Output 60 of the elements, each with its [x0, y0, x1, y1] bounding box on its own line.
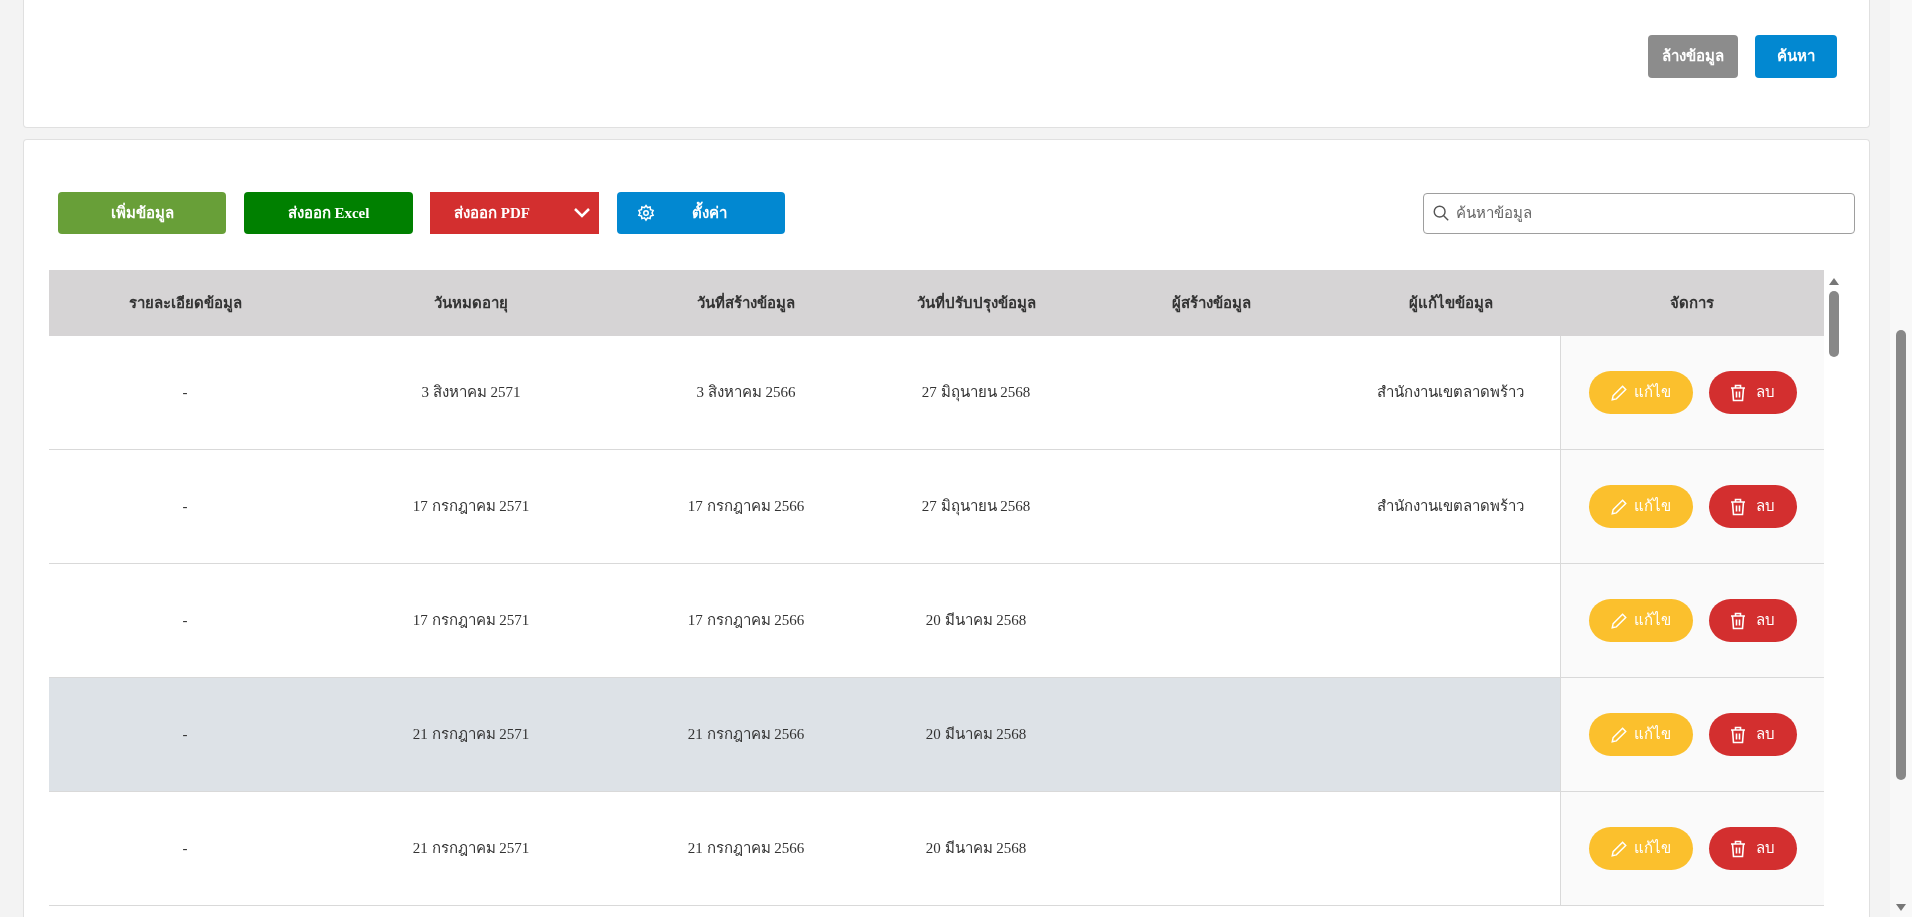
table-cell-text: 17 กรกฎาคม 2566 — [687, 497, 805, 517]
column-header: วันหมดอายุ — [433, 292, 509, 315]
delete-button[interactable]: ลบ — [1708, 827, 1797, 870]
table-cell-text: - — [182, 383, 188, 403]
pencil-icon — [1610, 497, 1628, 516]
scrollbar-thumb[interactable] — [1829, 291, 1839, 357]
table-cell-text: 17 กรกฎาคม 2566 — [687, 611, 805, 631]
pencil-icon — [1610, 611, 1628, 630]
trash-icon — [1730, 839, 1746, 858]
table-cell-text: 27 มิถุนายน 2568 — [921, 383, 1031, 404]
delete-button[interactable]: ลบ — [1708, 371, 1797, 414]
scroll-down-arrow-icon[interactable] — [1896, 904, 1906, 911]
table-cell-text: 3 สิงหาคม 2566 — [696, 383, 796, 403]
table-cell-text: 21 กรกฎาคม 2571 — [412, 839, 530, 859]
table-cell-text: 21 กรกฎาคม 2566 — [687, 725, 805, 745]
trash-icon — [1730, 497, 1746, 516]
table-cell-text: - — [182, 497, 188, 517]
chevron-down-icon — [573, 207, 591, 219]
table-cell-text: 21 กรกฎาคม 2571 — [412, 725, 530, 745]
table-cell-text: - — [182, 839, 188, 859]
add-button[interactable]: เพิ่มข้อมูล — [58, 192, 226, 234]
search-button[interactable]: ค้นหา — [1755, 35, 1837, 78]
column-header: วันที่ปรับปรุงข้อมูล — [915, 291, 1037, 315]
table-cell-text: - — [182, 611, 188, 631]
table-cell-text: 17 กรกฎาคม 2571 — [412, 611, 530, 631]
table-cell-text: 3 สิงหาคม 2571 — [421, 383, 521, 403]
delete-button[interactable]: ลบ — [1708, 713, 1797, 756]
column-header: จัดการ — [1669, 292, 1715, 313]
search-field[interactable]: ค้นหาข้อมูล — [1423, 192, 1855, 234]
trash-icon — [1730, 611, 1746, 630]
search-icon — [1432, 204, 1450, 222]
delete-button[interactable]: ลบ — [1708, 485, 1797, 528]
export-pdf-button[interactable]: ส่งออก PDF — [430, 192, 599, 234]
search-input[interactable]: ค้นหาข้อมูล — [1456, 201, 1854, 225]
delete-button[interactable]: ลบ — [1708, 599, 1797, 642]
table-cell-text: 17 กรกฎาคม 2571 — [412, 497, 530, 517]
table-cell-text: 20 มีนาคม 2568 — [925, 725, 1027, 745]
table-cell-text: 27 มิถุนายน 2568 — [921, 497, 1031, 518]
scroll-up-arrow-icon[interactable] — [1829, 278, 1839, 285]
table-cell-text: สำนักงานเขตลาดพร้าว — [1377, 497, 1524, 517]
table-cell-text: 20 มีนาคม 2568 — [925, 839, 1027, 859]
pencil-icon — [1610, 839, 1628, 858]
settings-icon — [637, 204, 655, 222]
trash-icon — [1730, 383, 1746, 402]
table-cell-text: - — [182, 725, 188, 745]
table-row[interactable]: - 21 กรกฎาคม 2571 21 กรกฎาคม 2566 20 มีนาคม 2568 — [49, 678, 1560, 791]
settings-button[interactable]: ตั้งค่า — [617, 192, 785, 234]
column-header: วันที่สร้างข้อมูล — [696, 291, 796, 315]
pencil-icon — [1610, 383, 1628, 402]
pencil-icon — [1610, 725, 1628, 744]
column-header: ผู้สร้างข้อมูล — [1170, 292, 1252, 315]
table-cell-text: 20 มีนาคม 2568 — [925, 611, 1027, 631]
table-cell-text: 21 กรกฎาคม 2566 — [687, 839, 805, 859]
export-excel-button[interactable]: ส่งออก Excel — [244, 192, 413, 234]
column-header: ผู้แก้ไขข้อมูล — [1407, 292, 1494, 315]
trash-icon — [1730, 725, 1746, 744]
clear-button[interactable]: ล้างข้อมูล — [1648, 35, 1738, 78]
column-header: รายละเอียดข้อมูล — [127, 292, 243, 315]
scrollbar-thumb[interactable] — [1896, 330, 1906, 780]
table-cell-text: สำนักงานเขตลาดพร้าว — [1377, 383, 1524, 403]
